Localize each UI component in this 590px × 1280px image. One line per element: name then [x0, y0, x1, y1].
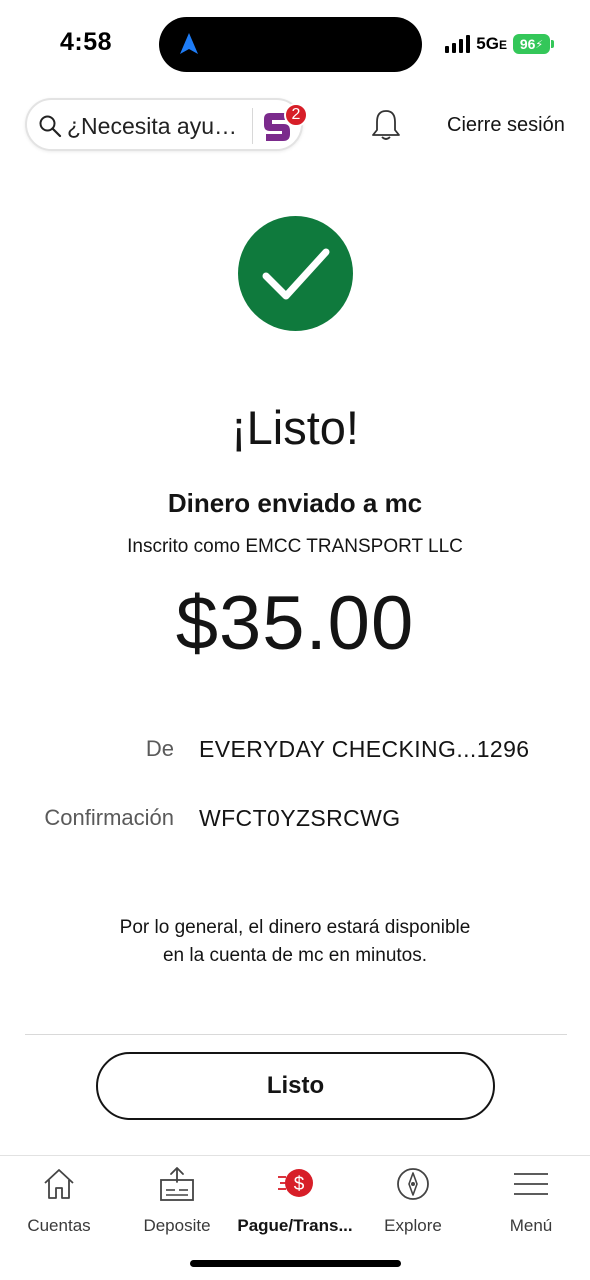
nav-item-accounts[interactable]: Cuentas [0, 1164, 118, 1244]
availability-note: Por lo general, el dinero estará disponi… [0, 914, 590, 970]
nav-label-pay-transfer: Pague/Trans... [237, 1216, 353, 1235]
deposit-icon [160, 1167, 194, 1201]
bell-icon[interactable] [370, 108, 402, 142]
availability-note-line1: Por lo general, el dinero estará disponi… [119, 917, 471, 938]
location-arrow-icon [180, 33, 198, 54]
nav-label-menu: Menú [509, 1216, 553, 1235]
nav-item-explore[interactable]: Explore [354, 1164, 472, 1244]
cellular-signal-icon [445, 35, 471, 53]
network-type: 5GE [476, 34, 507, 53]
from-account-value: EVERYDAY CHECKING...1296 [199, 736, 530, 762]
pay-transfer-icon: $ [278, 1169, 313, 1197]
status-time: 4:58 [60, 28, 113, 56]
nav-label-explore: Explore [384, 1216, 442, 1235]
enrolled-as-text: Inscrito como EMCC TRANSPORT LLC [127, 536, 463, 557]
search-icon [39, 115, 62, 138]
nav-item-menu[interactable]: Menú [472, 1164, 590, 1244]
done-button[interactable]: Listo [96, 1052, 495, 1120]
help-search-field[interactable]: ¿Necesita ayu… 2 [25, 98, 308, 151]
search-placeholder: ¿Necesita ayu… [67, 113, 238, 139]
app-header: ¿Necesita ayu… 2 Cierre sesión [0, 96, 590, 156]
from-account-label: De [145, 736, 174, 761]
nav-label-accounts: Cuentas [27, 1216, 91, 1235]
home-indicator [190, 1260, 401, 1267]
page-title: ¡Listo! [231, 401, 359, 454]
logout-link[interactable]: Cierre sesión [447, 114, 565, 137]
availability-note-line2: en la cuenta de mc en minutos. [162, 945, 428, 966]
home-icon [44, 1169, 74, 1199]
nav-item-pay-transfer[interactable]: $ Pague/Trans... [236, 1164, 354, 1244]
search-divider [252, 108, 253, 144]
hamburger-menu-icon [514, 1173, 548, 1195]
battery-icon: 96 ⚡ [513, 34, 554, 54]
nav-item-deposit[interactable]: Deposite [118, 1164, 236, 1244]
notification-count-badge: 2 [284, 103, 308, 127]
confirmation-number-label: Confirmación [44, 805, 174, 830]
success-check-icon [238, 216, 353, 331]
dynamic-island [159, 17, 422, 72]
status-indicators: 5GE 96 ⚡ [445, 33, 554, 55]
confirmation-number-value: WFCT0YZSRCWG [199, 805, 401, 831]
svg-text:$: $ [294, 1174, 305, 1195]
section-divider [25, 1034, 567, 1035]
nav-label-deposit: Deposite [143, 1216, 211, 1235]
recipient-heading: Dinero enviado a mc [167, 488, 423, 518]
transfer-amount: $35.00 [175, 581, 415, 666]
compass-icon [397, 1168, 429, 1200]
status-bar: 4:58 5GE 96 ⚡ [0, 0, 590, 90]
